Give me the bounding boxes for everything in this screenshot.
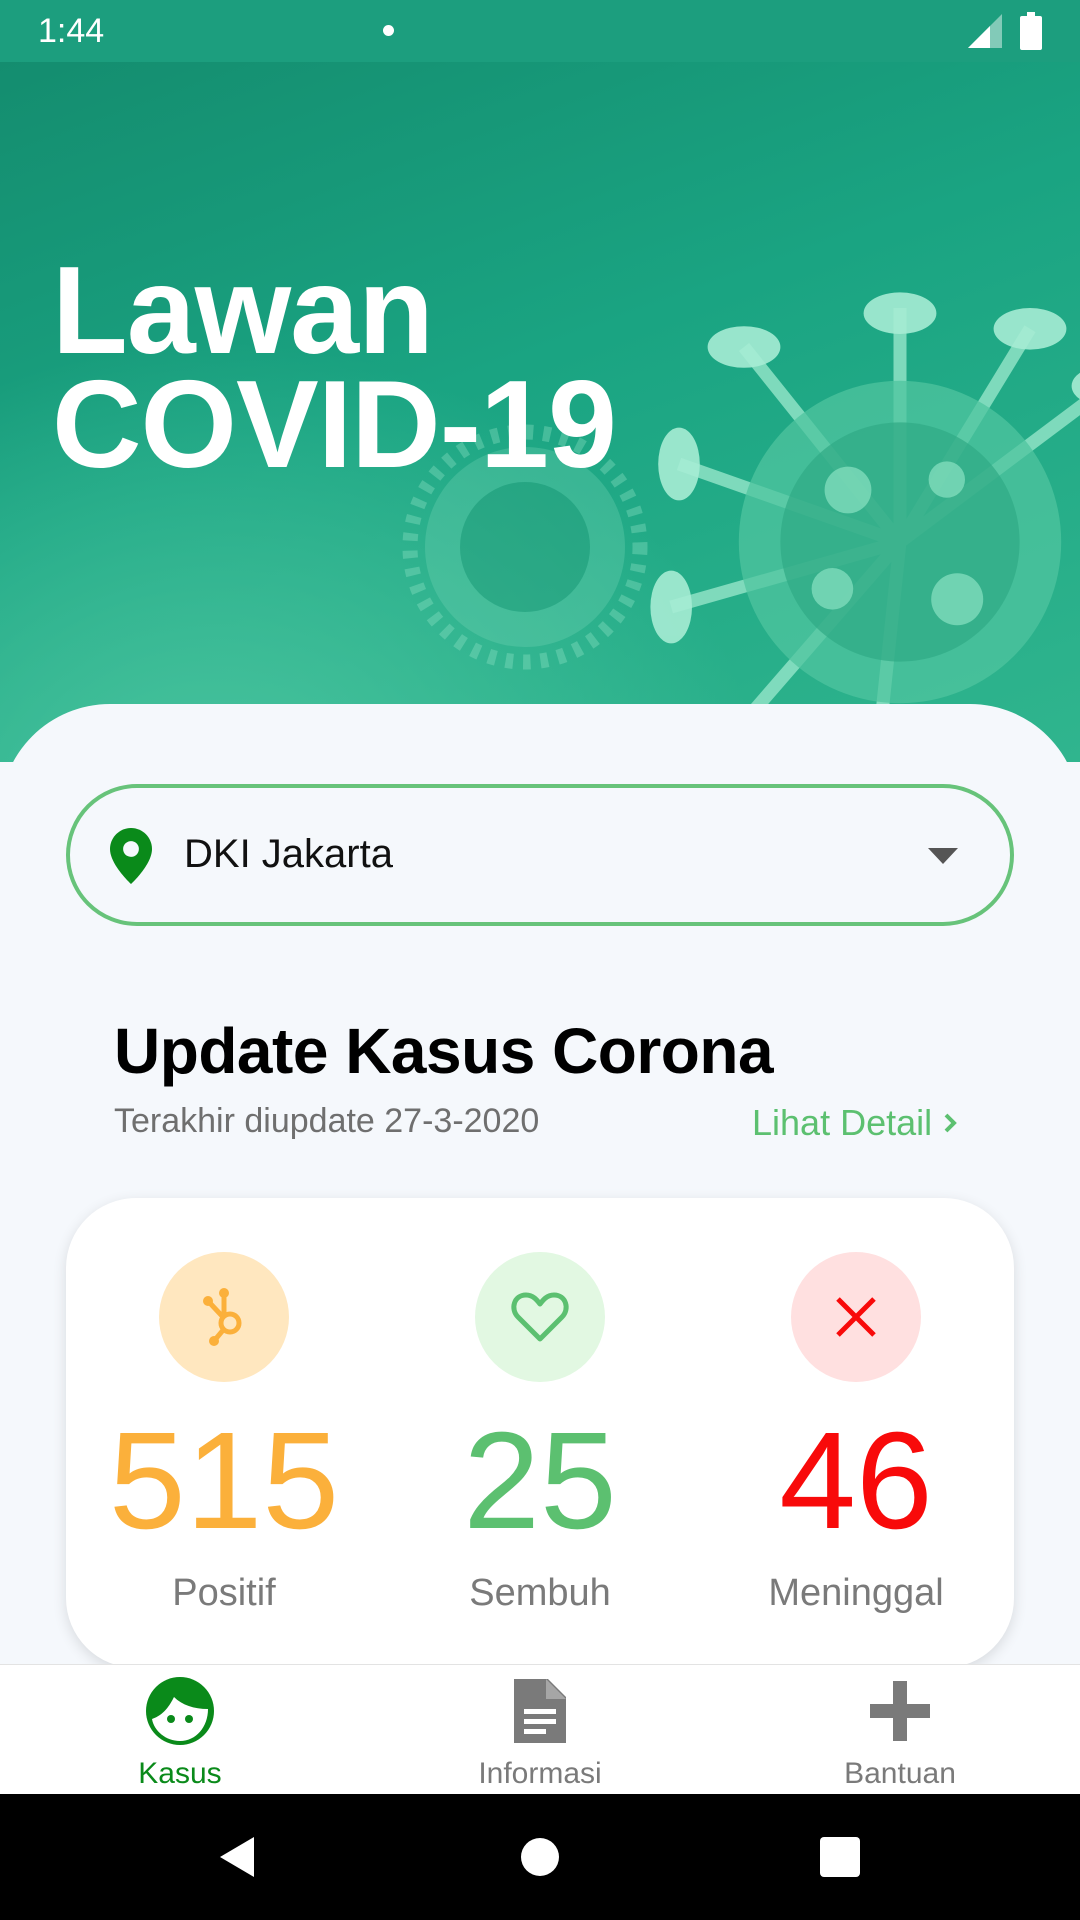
location-dropdown[interactable]: DKI Jakarta [66,784,1014,926]
plus-icon [870,1681,930,1741]
status-time: 1:44 [38,12,105,50]
heart-icon [511,1292,569,1342]
stat-label: Sembuh [469,1572,611,1614]
recents-icon[interactable] [815,1832,865,1882]
notification-dot-icon [383,25,394,36]
stats-card: 515 Positif 25 Sembuh 46 Meninggal [66,1198,1014,1668]
dropdown-arrow-icon [928,848,958,864]
nav-item-kasus[interactable]: Kasus [0,1665,360,1795]
main-content: DKI Jakarta Update Kasus Corona Terakhir… [0,704,1080,1668]
hero-title-line1: Lawan [52,242,434,380]
location-pin-icon [110,828,152,884]
signal-icon [968,14,1002,48]
chevron-right-icon [944,1113,957,1133]
stat-recovered: 25 Sembuh [382,1198,698,1668]
section-title: Update Kasus Corona [114,1015,774,1087]
back-icon[interactable] [214,1832,264,1882]
virus-illustration [650,292,1080,762]
view-detail-link[interactable]: Lihat Detail [752,1102,960,1144]
hero-title-line2: COVID-19 [52,356,617,494]
home-icon[interactable] [515,1832,565,1882]
nav-item-informasi[interactable]: Informasi [360,1665,720,1795]
hero-banner: Lawan COVID-19 [0,62,1080,762]
close-icon [836,1297,876,1337]
stat-deceased: 46 Meninggal [698,1198,1014,1668]
nav-label: Informasi [478,1757,602,1790]
nav-label: Bantuan [844,1757,956,1790]
bottom-navigation: Kasus Informasi Bantuan [0,1664,1080,1794]
last-updated-text: Terakhir diupdate 27-3-2020 [114,1102,540,1140]
stat-positive: 515 Positif [66,1198,382,1668]
system-navigation-bar [0,1794,1080,1920]
virus-icon [203,1288,242,1346]
stat-icon-circle [791,1252,921,1382]
stat-icon-circle [475,1252,605,1382]
stat-value: 515 [108,1404,340,1558]
stat-label: Meninggal [768,1572,944,1614]
stat-value: 25 [463,1404,617,1558]
status-bar: 1:44 [0,0,1080,62]
document-icon [514,1679,566,1743]
stat-value: 46 [779,1404,933,1558]
view-detail-label: Lihat Detail [752,1102,933,1143]
hero-title: Lawan COVID-19 [52,242,617,494]
face-icon [146,1677,214,1745]
location-value: DKI Jakarta [184,832,393,876]
stat-icon-circle [159,1252,289,1382]
stat-label: Positif [172,1572,276,1614]
nav-label: Kasus [138,1757,222,1790]
battery-icon [1020,12,1042,50]
nav-item-bantuan[interactable]: Bantuan [720,1665,1080,1795]
